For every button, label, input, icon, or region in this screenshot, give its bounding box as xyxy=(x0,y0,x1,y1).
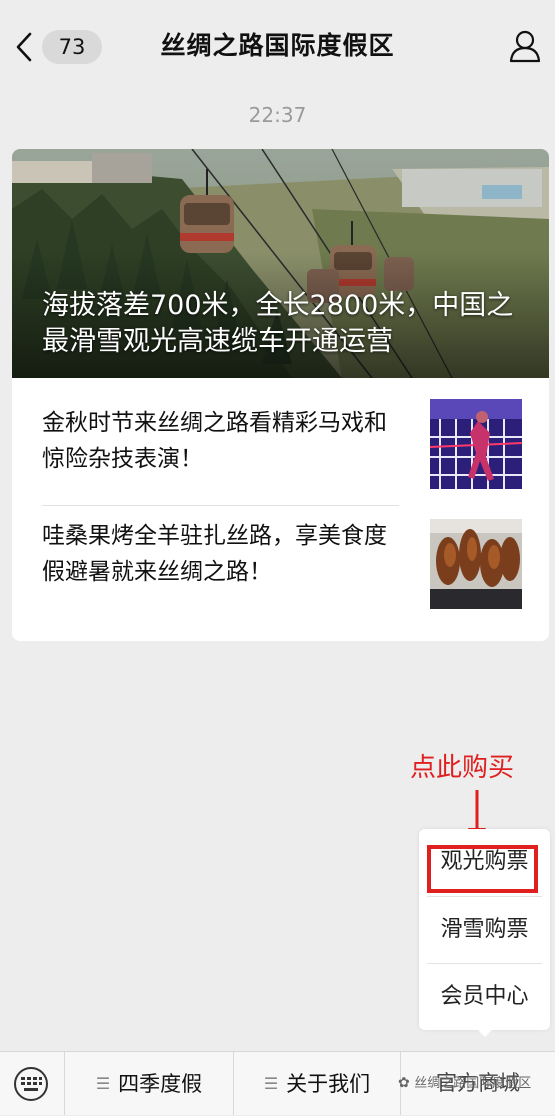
unread-count-badge: 73 xyxy=(42,30,102,64)
article-title: 金秋时节来丝绸之路看精彩马戏和惊险杂技表演！ xyxy=(42,410,387,472)
menu-about-us[interactable]: ☰ 关于我们 xyxy=(234,1052,401,1115)
article-title: 哇桑果烤全羊驻扎丝路，享美食度假避暑就来丝绸之路！ xyxy=(42,523,387,585)
purchase-annotation: 点此购买 xyxy=(410,753,515,783)
keyboard-toggle-button[interactable] xyxy=(0,1052,65,1115)
article-item[interactable]: 哇桑果烤全羊驻扎丝路，享美食度假避暑就来丝绸之路！ xyxy=(12,506,549,624)
submenu-popup: 观光购票 滑雪购票 会员中心 xyxy=(419,829,550,1030)
menu-lines-icon: ☰ xyxy=(95,1074,111,1093)
roast-lamb-photo xyxy=(430,519,522,609)
popup-pointer xyxy=(476,1028,494,1037)
highlight-box xyxy=(427,845,538,893)
account-watermark: ✿ 丝绸之路国际度假区 xyxy=(398,1072,531,1095)
menu-item-member-center[interactable]: 会员中心 xyxy=(419,964,550,1030)
profile-button[interactable] xyxy=(508,29,542,63)
article-thumbnail xyxy=(430,399,522,489)
article-card: 海拔落差700米，全长2800米，中国之最滑雪观光高速缆车开通运营 金秋时节来丝… xyxy=(12,149,549,641)
message-timestamp: 22:37 xyxy=(248,103,307,127)
menu-label: 关于我们 xyxy=(286,1072,371,1096)
menu-lines-icon: ☰ xyxy=(263,1074,279,1093)
keyboard-icon xyxy=(14,1067,48,1101)
article-thumbnail xyxy=(430,519,522,609)
wechat-logo-icon: ✿ xyxy=(398,1075,415,1091)
article-item[interactable]: 金秋时节来丝绸之路看精彩马戏和惊险杂技表演！ xyxy=(12,378,549,496)
back-button[interactable]: 73 xyxy=(14,28,102,66)
circus-photo xyxy=(430,399,522,489)
watermark-text: 丝绸之路国际度假区 xyxy=(414,1076,532,1091)
menu-label: 四季度假 xyxy=(118,1072,203,1096)
bottom-menu-bar: ☰ 四季度假 ☰ 关于我们 官方商城 ✿ 丝绸之路国际度假区 xyxy=(0,1051,555,1115)
chat-header: 73 丝绸之路国际度假区 xyxy=(0,0,555,92)
page-title: 丝绸之路国际度假区 xyxy=(160,31,395,60)
user-icon xyxy=(509,30,541,63)
menu-four-seasons[interactable]: ☰ 四季度假 xyxy=(65,1052,234,1115)
main-article[interactable]: 海拔落差700米，全长2800米，中国之最滑雪观光高速缆车开通运营 xyxy=(12,149,549,378)
menu-item-ski-ticket[interactable]: 滑雪购票 xyxy=(419,897,550,963)
back-arrow-icon xyxy=(16,32,32,62)
main-article-title: 海拔落差700米，全长2800米，中国之最滑雪观光高速缆车开通运营 xyxy=(42,290,514,357)
